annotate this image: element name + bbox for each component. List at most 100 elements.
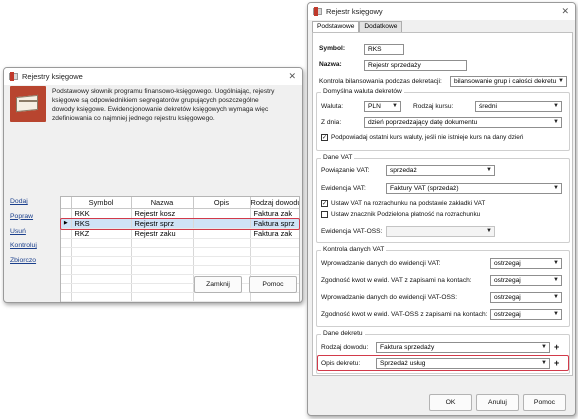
- split-payment-checkbox-label: Ustaw znacznik Podzielona płatność na ro…: [331, 211, 481, 218]
- check-link[interactable]: Kontroluj: [10, 242, 37, 249]
- vat-control-select-3[interactable]: ostrzegaj ▼: [490, 292, 562, 303]
- rodzaj-kursu-value: średni: [479, 103, 497, 110]
- close-icon[interactable]: ✕: [561, 6, 569, 17]
- dropdown-arrow-icon: ▼: [553, 260, 559, 266]
- split-payment-checkbox[interactable]: Ustaw znacznik Podzielona płatność na ro…: [321, 211, 480, 218]
- help-button[interactable]: Pomoc: [523, 394, 566, 411]
- delete-link[interactable]: Usuń: [10, 228, 37, 235]
- column-header-rodzaj[interactable]: Rodzaj dowodu: [250, 197, 299, 209]
- bulk-link[interactable]: Zbiorczo: [10, 257, 37, 264]
- ewidencja-label: Ewidencja VAT:: [321, 185, 366, 192]
- kontrola-value: bilansowanie grup i całości dekretu: [454, 78, 557, 85]
- kontrola-select[interactable]: bilansowanie grup i całości dekretu ▼: [450, 76, 567, 87]
- kontrola-label: Kontrola bilansowania podczas dekretacji…: [319, 78, 442, 85]
- rodzaj-dowodu-label: Rodzaj dowodu:: [321, 344, 369, 351]
- close-button[interactable]: Zamknij: [194, 276, 242, 293]
- vat-settlement-checkbox-label: Ustaw VAT na rozrachunku na podstawie za…: [331, 200, 486, 207]
- registers-description: Podstawowy słownik programu finansowo-ks…: [52, 88, 275, 122]
- opis-dekretu-highlight: [317, 355, 569, 371]
- zdnia-select[interactable]: dzień poprzedzający datę dokumentu ▼: [364, 117, 562, 128]
- rodzaj-kursu-select[interactable]: średni ▼: [475, 101, 562, 112]
- currency-group-title: Domyślna waluta dekretów: [321, 88, 404, 95]
- dropdown-arrow-icon: ▼: [553, 185, 559, 191]
- vat-control-value-1: ostrzegaj: [494, 260, 521, 267]
- rodzaj-kursu-label: Rodzaj kursu:: [413, 103, 454, 110]
- powiazanie-select[interactable]: sprzedaż ▼: [386, 165, 495, 176]
- cancel-button[interactable]: Anuluj: [476, 394, 519, 411]
- ledger-book-icon: [10, 86, 46, 122]
- dropdown-arrow-icon: ▼: [553, 277, 559, 283]
- cell-nazwa: Rejestr kosz: [131, 208, 194, 219]
- indicator-header: [61, 197, 72, 209]
- dropdown-arrow-icon: ▼: [553, 311, 559, 317]
- dropdown-arrow-icon: ▼: [553, 103, 559, 109]
- cell-opis: [193, 208, 251, 219]
- vat-control-label-1: Wprowadzanie danych do ewidencji VAT:: [321, 260, 441, 267]
- ewidencja-oss-select[interactable]: ▼: [386, 226, 495, 237]
- vat-control-value-3: ostrzegaj: [494, 294, 521, 301]
- rodzaj-dowodu-select[interactable]: Faktura sprzedaży ▼: [376, 342, 550, 353]
- powiazanie-value: sprzedaż: [390, 167, 417, 174]
- ewidencja-oss-label: Ewidencja VAT-OSS:: [321, 228, 383, 235]
- ewidencja-value: Faktury VAT (sprzedaż): [390, 185, 459, 192]
- registers-titlebar: Rejestry księgowe ✕: [4, 68, 302, 85]
- tab-strip: Podstawowe Dodatkowe: [312, 21, 403, 32]
- close-icon[interactable]: ✕: [288, 71, 296, 82]
- powiazanie-label: Powiązanie VAT:: [321, 167, 370, 174]
- table-row[interactable]: RKK Rejestr kosz Faktura zak: [61, 208, 299, 219]
- table-header: Symbol Nazwa Opis Rodzaj dowodu: [61, 197, 299, 209]
- edit-link[interactable]: Popraw: [10, 213, 37, 220]
- ok-button[interactable]: OK: [429, 394, 472, 411]
- checkbox-checked-icon: ✓: [321, 134, 328, 141]
- register-dialog: Rejestr księgowy ✕ Podstawowe Dodatkowe …: [307, 2, 576, 416]
- column-header-opis[interactable]: Opis: [193, 197, 251, 209]
- ewidencja-select[interactable]: Faktury VAT (sprzedaż) ▼: [386, 183, 562, 194]
- nazwa-label: Nazwa:: [319, 61, 342, 68]
- dropdown-arrow-icon: ▼: [486, 167, 492, 173]
- column-header-nazwa[interactable]: Nazwa: [131, 197, 194, 209]
- cell-symbol: RKK: [71, 208, 132, 219]
- checkbox-unchecked-icon: [321, 211, 328, 218]
- selected-row-highlight: [60, 218, 300, 230]
- waluta-value: PLN: [368, 103, 381, 110]
- register-dialog-title: Rejestr księgowy: [326, 7, 383, 16]
- add-link[interactable]: Dodaj: [10, 198, 37, 205]
- vat-control-label-4: Zgodność kwot w ewid. VAT-OSS z zapisami…: [321, 311, 488, 318]
- vat-control-label-3: Wprowadzanie danych do ewidencji VAT-OSS…: [321, 294, 458, 301]
- row-indicator: [61, 208, 72, 219]
- help-button[interactable]: Pomoc: [249, 276, 297, 293]
- vat-group-title: Dane VAT: [321, 154, 355, 161]
- vat-control-group-title: Kontrola danych VAT: [321, 246, 387, 253]
- tab-podstawowe[interactable]: Podstawowe: [312, 21, 360, 32]
- dropdown-arrow-icon: ▼: [553, 294, 559, 300]
- symbol-field[interactable]: RKS: [364, 44, 404, 55]
- nazwa-field[interactable]: Rejestr sprzedaży: [364, 60, 467, 71]
- checkbox-checked-icon: ✓: [321, 200, 328, 207]
- vat-settlement-checkbox[interactable]: ✓ Ustaw VAT na rozrachunku na podstawie …: [321, 200, 485, 207]
- vat-control-label-2: Zgodność kwot w ewid. VAT z zapisami na …: [321, 277, 472, 284]
- last-rate-checkbox-label: Podpowiadaj ostatni kurs waluty, jeśli n…: [331, 134, 524, 141]
- vat-control-value-2: ostrzegaj: [494, 277, 521, 284]
- dropdown-arrow-icon: ▼: [486, 228, 492, 234]
- decree-group-title: Dane dekretu: [321, 330, 365, 337]
- zdnia-label: Z dnia:: [321, 119, 342, 126]
- tab-dodatkowe[interactable]: Dodatkowe: [359, 21, 403, 32]
- register-dialog-titlebar: Rejestr księgowy ✕: [308, 3, 575, 20]
- zdnia-value: dzień poprzedzający datę dokumentu: [368, 119, 478, 126]
- column-header-symbol[interactable]: Symbol: [71, 197, 132, 209]
- vat-control-select-4[interactable]: ostrzegaj ▼: [490, 309, 562, 320]
- vat-control-select-1[interactable]: ostrzegaj ▼: [490, 258, 562, 269]
- last-rate-checkbox[interactable]: ✓ Podpowiadaj ostatni kurs waluty, jeśli…: [321, 134, 523, 141]
- dropdown-arrow-icon: ▼: [553, 119, 559, 125]
- dropdown-arrow-icon: ▼: [392, 103, 398, 109]
- add-rodzaj-plus-icon[interactable]: +: [554, 343, 559, 352]
- vat-control-value-4: ostrzegaj: [494, 311, 521, 318]
- dropdown-arrow-icon: ▼: [541, 344, 547, 350]
- vat-control-select-2[interactable]: ostrzegaj ▼: [490, 275, 562, 286]
- rodzaj-dowodu-value: Faktura sprzedaży: [380, 344, 435, 351]
- side-links: Dodaj Popraw Usuń Kontroluj Zbiorczo: [10, 198, 37, 272]
- cell-rodzaj: Faktura zak: [250, 208, 299, 219]
- symbol-label: Symbol:: [319, 45, 346, 52]
- dropdown-arrow-icon: ▼: [558, 78, 564, 84]
- waluta-select[interactable]: PLN ▼: [364, 101, 401, 112]
